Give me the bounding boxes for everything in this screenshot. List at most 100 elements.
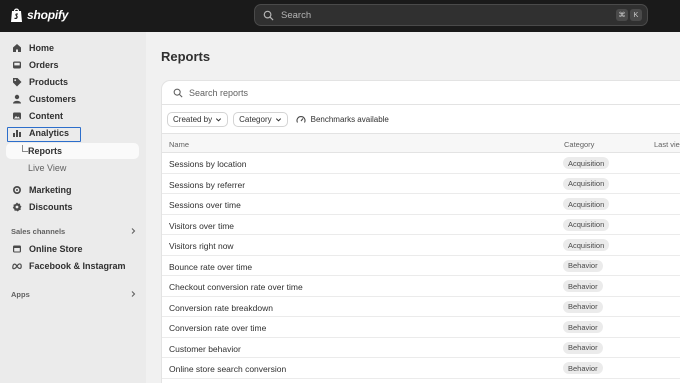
category-badge: Behavior (563, 362, 603, 374)
report-name[interactable]: Visitors over time (169, 221, 234, 231)
report-name[interactable]: Customer behavior (169, 344, 241, 354)
sidebar-item-orders[interactable]: Orders (6, 57, 139, 73)
report-name[interactable]: Sessions over time (169, 200, 241, 210)
table-row[interactable]: Checkout conversion rate over time Behavi… (162, 276, 680, 297)
chevron-down-icon (216, 118, 222, 122)
shopify-bag-icon (11, 8, 22, 22)
filter-bar: Created by Category Benchmarks available (167, 112, 392, 127)
section-title: Apps (11, 289, 30, 299)
target-icon (13, 186, 21, 194)
tag-icon (13, 78, 22, 87)
analytics-highlight-box (7, 127, 81, 142)
command-key-badge: ⌘ (616, 9, 628, 21)
benchmarks-filter[interactable]: Benchmarks available (292, 112, 392, 127)
search-placeholder: Search (281, 9, 312, 21)
sidebar-item-label: Live View (28, 163, 67, 173)
category-badge: Acquisition (563, 198, 610, 210)
apps-header[interactable]: Apps (11, 288, 137, 300)
report-name[interactable]: Bounce rate over time (169, 262, 252, 272)
top-bar: shopify Search ⌘ K (0, 0, 680, 32)
category-badge: Behavior (563, 300, 603, 313)
category-badge: Acquisition (563, 239, 610, 251)
main-content: Reports Search reports Created by Catego… (146, 32, 680, 383)
chevron-right-icon (131, 291, 136, 297)
category-badge: Acquisition (563, 157, 610, 169)
search-reports-input[interactable]: Search reports (162, 81, 680, 105)
category-filter[interactable]: Category (233, 112, 288, 127)
gauge-icon (296, 115, 306, 123)
column-header-category[interactable]: Category (564, 140, 594, 149)
meta-icon (12, 263, 22, 270)
sidebar-item-marketing[interactable]: Marketing (6, 182, 139, 198)
search-icon (173, 88, 183, 98)
brand-name: shopify (27, 8, 69, 22)
table-row[interactable]: Sessions over time Acquisition (162, 194, 680, 215)
sidebar-item-online-store[interactable]: Online Store (6, 241, 139, 257)
sales-channels-header[interactable]: Sales channels (11, 225, 137, 237)
filter-label: Category (239, 115, 272, 124)
sidebar-item-label: Online Store (29, 244, 83, 254)
category-badge: Acquisition (563, 177, 610, 190)
sidebar-item-reports[interactable]: Reports (6, 143, 139, 159)
page-title: Reports (161, 49, 211, 64)
table-row[interactable]: Conversion rate breakdown Behavior (162, 297, 680, 317)
sidebar-item-label: Facebook & Instagram (29, 261, 126, 271)
table-row[interactable]: Visitors right now Acquisition (162, 235, 680, 256)
category-badge: Behavior (563, 280, 603, 292)
table-row[interactable]: Conversion rate over time Behavior (162, 317, 680, 338)
sidebar-item-label: Discounts (29, 202, 73, 212)
report-name[interactable]: Sessions by referrer (169, 180, 245, 190)
shopify-logo[interactable]: shopify (10, 7, 68, 23)
home-icon (13, 44, 21, 52)
k-key-badge: K (630, 9, 642, 21)
column-header-last-viewed[interactable]: Last vie (654, 140, 680, 149)
filter-label: Created by (173, 115, 213, 124)
sidebar-item-label: Products (29, 77, 69, 87)
column-header-name[interactable]: Name (169, 140, 189, 149)
table-row[interactable]: Customer behavior Behavior (162, 338, 680, 358)
chevron-right-icon (131, 228, 136, 234)
sidebar: Home Orders Products Customers Content A… (0, 32, 146, 383)
table-row[interactable]: Sessions by referrer Acquisition (162, 174, 680, 194)
sidebar-item-label: Content (29, 111, 63, 121)
filter-label: Benchmarks available (310, 115, 389, 124)
reports-table-body: Sessions by location Acquisition Sessions… (162, 153, 680, 379)
search-reports-placeholder: Search reports (189, 87, 249, 98)
image-icon (13, 112, 21, 120)
report-name[interactable]: Conversion rate over time (169, 323, 266, 333)
sidebar-item-discounts[interactable]: Discounts (6, 199, 139, 215)
sidebar-item-customers[interactable]: Customers (6, 91, 139, 107)
category-badge: Behavior (563, 321, 603, 333)
search-icon (263, 10, 274, 21)
sidebar-item-label: Marketing (29, 185, 72, 195)
person-icon (13, 94, 21, 104)
report-name[interactable]: Sessions by location (169, 159, 247, 169)
report-name[interactable]: Conversion rate breakdown (169, 303, 273, 313)
sidebar-item-home[interactable]: Home (6, 40, 139, 56)
table-row[interactable]: Bounce rate over time Behavior (162, 256, 680, 276)
sidebar-item-label: Orders (29, 60, 59, 70)
discount-icon (12, 202, 22, 212)
category-badge: Acquisition (563, 218, 610, 231)
sidebar-item-content[interactable]: Content (6, 108, 139, 124)
chevron-down-icon (275, 118, 281, 122)
inbox-icon (13, 61, 21, 69)
report-name[interactable]: Online store search conversion (169, 364, 286, 374)
sidebar-item-products[interactable]: Products (6, 74, 139, 90)
report-name[interactable]: Visitors right now (169, 241, 234, 251)
category-badge: Behavior (563, 259, 603, 272)
table-header: Name Category Last vie (162, 133, 680, 153)
category-badge: Behavior (563, 341, 603, 354)
global-search-input[interactable]: Search ⌘ K (254, 4, 648, 26)
sidebar-item-label: Reports (28, 146, 63, 156)
sidebar-item-live-view[interactable]: Live View (6, 160, 139, 176)
sidebar-item-facebook-instagram[interactable]: Facebook & Instagram (6, 258, 139, 274)
sidebar-item-label: Home (29, 43, 55, 53)
created-by-filter[interactable]: Created by (167, 112, 229, 127)
tree-branch-icon (22, 145, 28, 152)
table-row[interactable]: Visitors over time Acquisition (162, 215, 680, 235)
table-row[interactable]: Online store search conversion Behavior (162, 358, 680, 379)
sidebar-item-label: Customers (29, 94, 77, 104)
report-name[interactable]: Checkout conversion rate over time (169, 282, 303, 292)
table-row[interactable]: Sessions by location Acquisition (162, 153, 680, 174)
